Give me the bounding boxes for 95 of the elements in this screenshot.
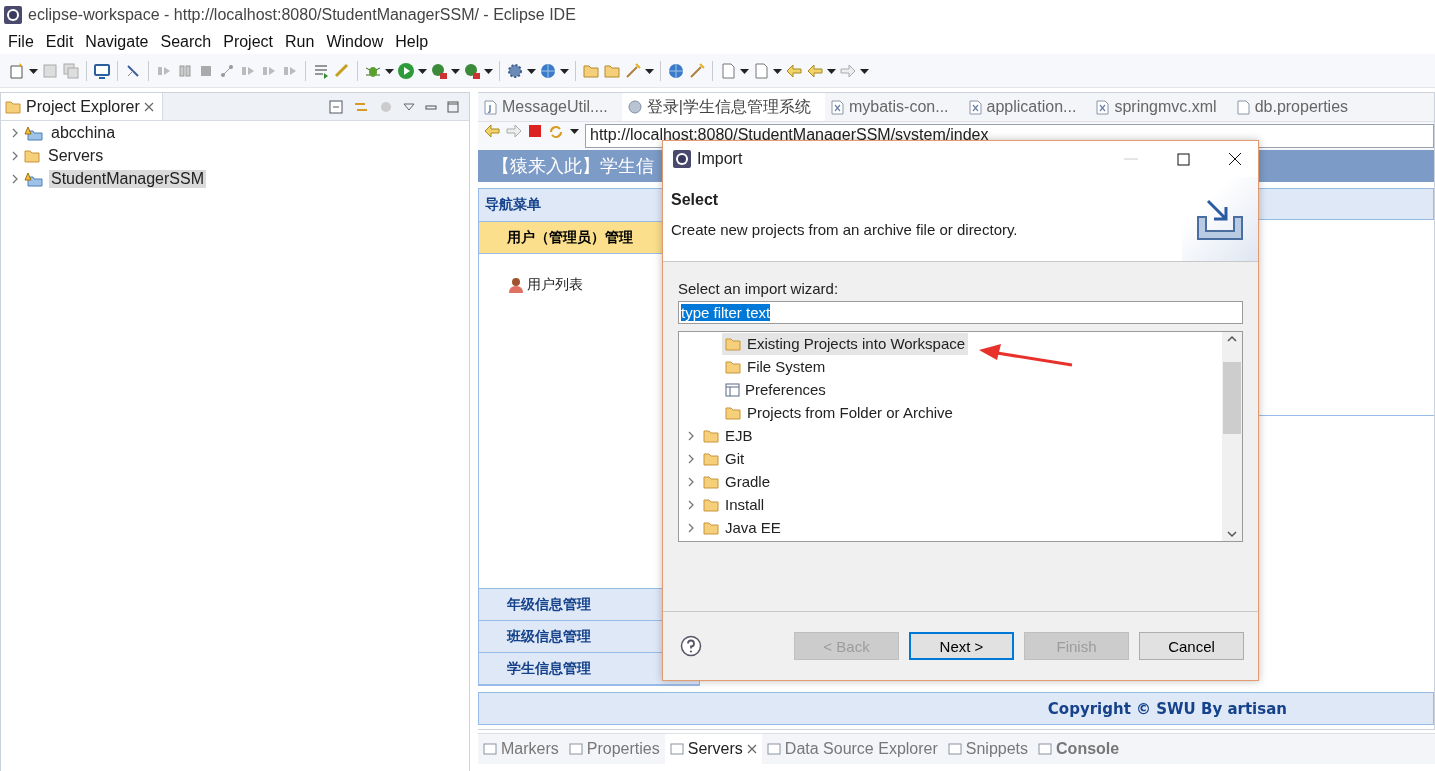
chevron-icon[interactable] (11, 127, 19, 138)
editor-tab[interactable]: db.properties (1230, 93, 1363, 121)
folder-icon (24, 148, 41, 163)
wizard-item[interactable]: File System (722, 355, 829, 378)
xml-file-icon (1096, 99, 1110, 115)
view-icon (483, 742, 497, 756)
menu-item[interactable]: Project (217, 33, 279, 51)
menu-item[interactable]: Navigate (79, 33, 155, 51)
tree-item[interactable]: Servers (46, 146, 106, 165)
view-menu-icon[interactable] (403, 101, 415, 112)
editor-tab[interactable]: springmvc.xml (1090, 93, 1231, 121)
view-tab[interactable]: Markers (478, 734, 564, 764)
menu-item[interactable]: Help (389, 33, 435, 51)
view-icon (947, 742, 962, 756)
menu-item[interactable]: Search (154, 33, 218, 51)
folder-icon (703, 451, 720, 466)
chevron-icon[interactable] (11, 173, 19, 184)
monitor-icon[interactable] (93, 61, 111, 80)
gear-icon[interactable] (506, 61, 524, 80)
help-icon[interactable] (680, 635, 702, 657)
tree-item[interactable]: abcchina (49, 123, 118, 142)
menu-item[interactable]: File (2, 33, 40, 51)
folder-icon (725, 405, 742, 420)
filter-field[interactable]: type filter text (678, 301, 1243, 324)
eclipse-logo-icon (4, 6, 22, 24)
view-tab[interactable]: Snippets (942, 734, 1034, 764)
back-arrow-icon[interactable] (484, 124, 500, 138)
editor-tab[interactable]: mybatis-con... (824, 93, 963, 121)
refresh-icon[interactable] (548, 124, 564, 140)
wizard-item[interactable]: Projects from Folder or Archive (722, 401, 956, 424)
editor-tab[interactable]: 登录|学生信息管理系统 (621, 93, 825, 121)
dialog-title: Import (697, 150, 744, 168)
explorer-icon (5, 99, 22, 114)
editor-tab[interactable]: application... (962, 93, 1091, 121)
dialog-button[interactable]: Cancel (1139, 632, 1244, 660)
folder-icon (703, 497, 720, 512)
chevron-icon[interactable] (687, 476, 695, 487)
dialog-button[interactable]: Next > (909, 632, 1014, 660)
project-icon (24, 124, 44, 141)
folder-icon (725, 359, 742, 374)
chevron-icon[interactable] (11, 150, 19, 161)
stop-icon[interactable] (528, 124, 542, 138)
editor-tab[interactable]: MessageUtil.... (478, 93, 622, 121)
folder-icon (703, 474, 720, 489)
wizard-item[interactable]: Preferences (722, 378, 829, 401)
project-icon (24, 170, 44, 187)
view-icon (766, 742, 781, 756)
wizard-item[interactable]: Git (700, 447, 748, 470)
menu-item[interactable]: Window (320, 33, 390, 51)
folder-icon (703, 520, 720, 535)
chevron-icon[interactable] (687, 522, 695, 533)
run-icon[interactable] (463, 61, 481, 80)
wizard-item[interactable]: Java EE (700, 516, 784, 539)
view-tab[interactable]: Servers (664, 734, 762, 764)
java-file-icon (484, 99, 497, 115)
scrollbar[interactable] (1222, 332, 1242, 541)
close-icon[interactable] (1228, 152, 1242, 166)
folder-icon (725, 336, 742, 351)
folder-icon (703, 428, 720, 443)
forward-arrow-icon[interactable] (506, 124, 522, 138)
wand-icon[interactable] (333, 61, 351, 80)
view-icon (669, 742, 684, 756)
play-icon[interactable] (397, 61, 415, 80)
page-icon (1236, 99, 1250, 115)
chevron-icon[interactable] (687, 453, 695, 464)
eclipse-logo-icon (673, 150, 691, 168)
view-icon (568, 742, 583, 756)
view-icon (1038, 742, 1053, 756)
collapse-all-icon[interactable] (329, 99, 343, 114)
window-title: eclipse-workspace - http://localhost:8080/StudentManagerSSM/ - Eclipse IDE (28, 6, 576, 24)
import-icon (1194, 197, 1246, 241)
xml-file-icon (830, 99, 844, 115)
table-icon (725, 382, 740, 397)
user-icon (507, 276, 525, 294)
page-footer: Copyright © SWU By artisan (478, 692, 1434, 725)
wizard-item[interactable]: Install (700, 493, 768, 516)
tree-item[interactable]: StudentManagerSSM (49, 169, 206, 188)
view-tab[interactable]: Properties (563, 734, 665, 764)
maximize-icon[interactable] (1176, 152, 1190, 166)
field-label: Select an import wizard: (678, 280, 840, 297)
maximize-icon[interactable] (447, 100, 459, 113)
view-tab[interactable]: Data Source Explorer (761, 734, 943, 764)
run-icon[interactable] (430, 61, 448, 80)
menu-item[interactable]: Edit (39, 33, 80, 51)
nav-link[interactable]: 用户列表 (507, 276, 583, 294)
wizard-item[interactable]: Existing Projects into Workspace (722, 332, 969, 355)
wizard-item[interactable]: EJB (700, 424, 756, 447)
wand-icon[interactable] (688, 61, 706, 80)
view-tab[interactable]: Console (1033, 734, 1125, 764)
xml-file-icon (968, 99, 982, 115)
chevron-icon[interactable] (687, 430, 695, 441)
wizard-item[interactable]: Gradle (700, 470, 774, 493)
menu-item[interactable]: Run (279, 33, 321, 51)
project-explorer-tab[interactable]: Project Explorer (1, 93, 163, 120)
chevron-icon[interactable] (687, 499, 695, 510)
